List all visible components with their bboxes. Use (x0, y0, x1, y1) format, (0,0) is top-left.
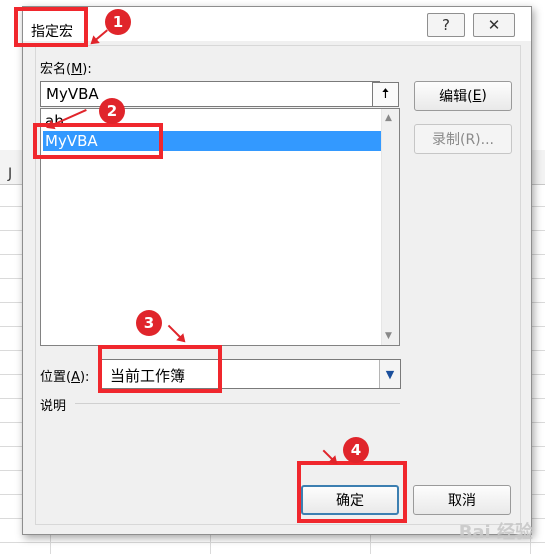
watermark-logo: Bai 经验 (458, 522, 533, 543)
highlight-title (14, 7, 88, 47)
scroll-down-icon[interactable]: ▼ (385, 331, 392, 341)
upload-arrow-icon: 🠅 (381, 85, 390, 102)
description-label: 说明 (40, 399, 67, 414)
cancel-button[interactable]: 取消 (413, 485, 511, 515)
description-divider (75, 403, 400, 404)
help-icon: ? (442, 16, 450, 34)
scroll-up-icon[interactable]: ▲ (385, 113, 392, 123)
step-badge-1: 1 (105, 9, 131, 35)
highlight-ok-button (297, 461, 407, 523)
close-icon: ✕ (487, 16, 501, 34)
close-button[interactable]: ✕ (473, 13, 515, 37)
reference-button[interactable]: 🠅 (372, 82, 399, 107)
list-scrollbar[interactable]: ▲ ▼ (381, 109, 399, 345)
dropdown-arrow-icon[interactable]: ▼ (379, 360, 400, 388)
highlight-location (98, 345, 222, 393)
record-button[interactable]: 录制(R)... (414, 124, 512, 154)
step-badge-4: 4 (343, 437, 369, 463)
step-badge-2: 2 (99, 98, 125, 124)
location-label: 位置(A): (40, 370, 90, 385)
edit-button[interactable]: 编辑(E) (414, 81, 512, 111)
assign-macro-dialog: 指定宏 ? ✕ 宏名(M): MyVBA 🠅 ab MyVBA ▲ ▼ 编辑(E… (22, 6, 532, 535)
macro-name-input[interactable]: MyVBA (40, 81, 380, 107)
column-header-j: J (8, 166, 13, 182)
help-button[interactable]: ? (427, 13, 465, 37)
step-badge-3: 3 (136, 310, 162, 336)
macro-name-label: 宏名(M): (40, 62, 92, 77)
